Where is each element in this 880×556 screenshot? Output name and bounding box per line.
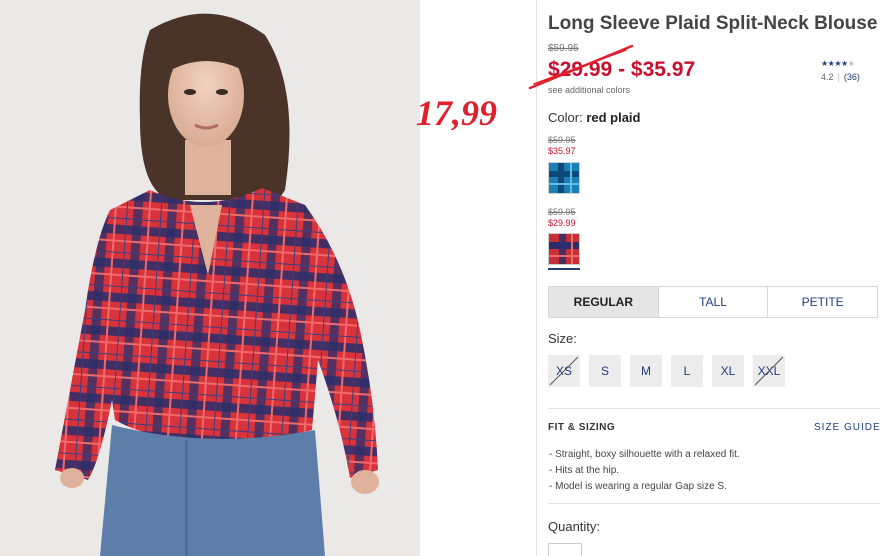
- rating-summary: 4.2 | (36): [821, 72, 860, 82]
- size-m-label: M: [641, 364, 651, 378]
- annotated-price: 17,99: [416, 93, 497, 133]
- unavailable-slash-icon: [549, 356, 579, 386]
- size-s-label: S: [600, 364, 609, 378]
- quantity-label: Quantity:: [548, 519, 601, 534]
- swatch-blue-plaid[interactable]: [548, 162, 580, 194]
- swatch-original-price: $59.95: [548, 207, 576, 217]
- swatch-sale-price: $29.99: [548, 218, 576, 228]
- swatch-original-price: $59.95: [548, 135, 576, 145]
- star-icon: ★: [841, 59, 848, 68]
- fit-sizing-heading: FIT & SIZING: [548, 422, 616, 433]
- rating-separator: |: [837, 72, 840, 82]
- size-selector: XS S M L XL XXL: [548, 355, 785, 387]
- size-guide-link[interactable]: SIZE GUIDE: [814, 422, 880, 433]
- star-icon: ★: [821, 59, 828, 68]
- size-xxl-button[interactable]: XXL: [753, 355, 785, 387]
- rating-stars[interactable]: ★★★★★: [821, 59, 855, 68]
- size-l-label: L: [683, 364, 691, 378]
- unavailable-slash-icon: [754, 356, 784, 386]
- fit-detail: - Model is wearing a regular Gap size S.: [549, 481, 727, 492]
- swatch-sale-price: $35.97: [548, 146, 576, 156]
- swatch-red-plaid[interactable]: [548, 233, 580, 265]
- fit-details-list: - Straight, boxy silhouette with a relax…: [549, 447, 740, 495]
- size-s-button[interactable]: S: [589, 355, 621, 387]
- size-m-button[interactable]: M: [630, 355, 662, 387]
- star-empty-icon: ★: [847, 59, 855, 68]
- color-label: Color: red plaid: [548, 110, 641, 125]
- section-divider: [548, 503, 880, 504]
- review-count-link[interactable]: (36): [844, 72, 860, 82]
- fit-detail: - Straight, boxy silhouette with a relax…: [549, 449, 740, 460]
- selected-color-name: red plaid: [586, 110, 641, 125]
- see-additional-colors-link[interactable]: see additional colors: [548, 85, 630, 95]
- section-divider: [548, 408, 880, 409]
- product-image[interactable]: [0, 0, 420, 556]
- rating-value: 4.2: [821, 72, 834, 82]
- tab-tall[interactable]: TALL: [658, 287, 769, 317]
- tab-petite[interactable]: PETITE: [768, 287, 878, 317]
- size-label: Size:: [548, 331, 577, 346]
- size-xs-button[interactable]: XS: [548, 355, 580, 387]
- sale-price-range: $29.99 - $35.97: [548, 58, 696, 81]
- column-divider: [536, 0, 537, 556]
- size-xl-button[interactable]: XL: [712, 355, 744, 387]
- star-icon: ★: [834, 59, 842, 68]
- tab-regular[interactable]: REGULAR: [549, 287, 659, 317]
- quantity-input[interactable]: [548, 543, 582, 556]
- fit-detail: - Hits at the hip.: [549, 465, 620, 476]
- original-price: $59.95: [548, 43, 579, 54]
- size-xl-label: XL: [720, 364, 736, 378]
- selected-swatch-indicator: [548, 268, 580, 270]
- size-l-button[interactable]: L: [671, 355, 703, 387]
- fit-tabs: REGULAR TALL PETITE: [548, 286, 878, 318]
- color-label-text: Color:: [548, 110, 583, 125]
- product-title: Long Sleeve Plaid Split-Neck Blouse: [548, 13, 878, 34]
